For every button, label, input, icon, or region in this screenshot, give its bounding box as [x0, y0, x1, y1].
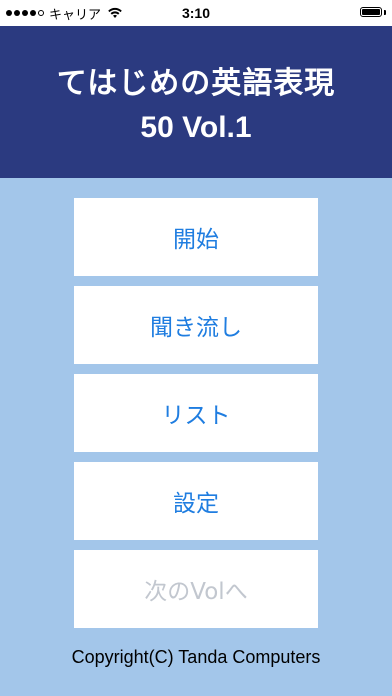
battery-icon	[360, 7, 382, 17]
title-header: てはじめの英語表現 50 Vol.1	[0, 26, 392, 178]
start-button[interactable]: 開始	[74, 198, 318, 276]
list-button[interactable]: リスト	[74, 374, 318, 452]
page-title-line1: てはじめの英語表現	[56, 66, 336, 101]
settings-button[interactable]: 設定	[74, 462, 318, 540]
next-vol-button: 次のVolへ	[74, 550, 318, 628]
page-title-line2: 50 Vol.1	[140, 111, 252, 144]
listen-button[interactable]: 聞き流し	[74, 286, 318, 364]
status-time: 3:10	[181, 5, 211, 21]
status-bar: キャリア 3:10	[0, 0, 392, 26]
battery-tip	[384, 10, 386, 15]
copyright-text: Copyright(C) Tanda Computers	[71, 647, 321, 667]
